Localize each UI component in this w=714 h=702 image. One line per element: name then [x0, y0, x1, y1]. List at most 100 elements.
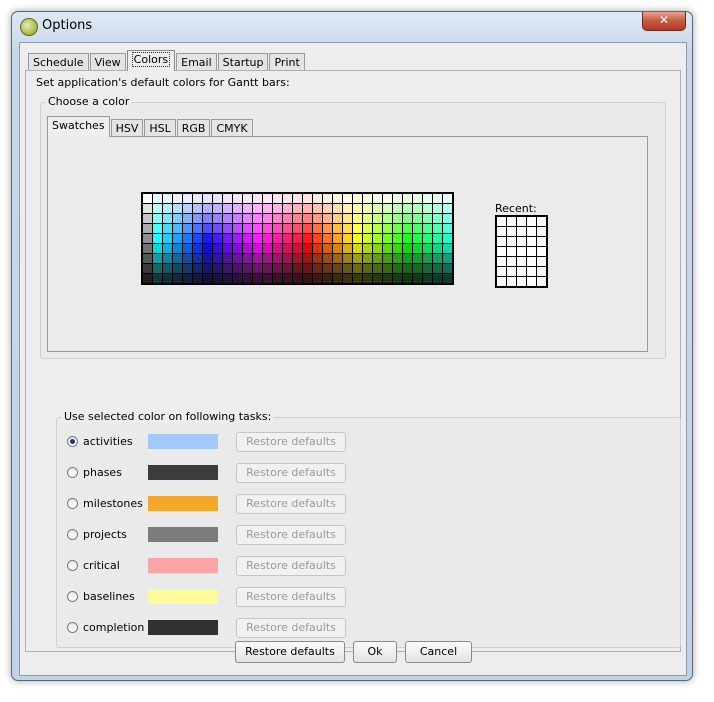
recent-swatch-cell[interactable] — [517, 257, 526, 266]
swatch-cell[interactable] — [293, 204, 302, 213]
swatch-cell[interactable] — [343, 194, 352, 203]
swatch-cell[interactable] — [423, 274, 432, 283]
recent-swatch-cell[interactable] — [517, 227, 526, 236]
tab-startup[interactable]: Startup — [217, 53, 269, 71]
swatch-cell[interactable] — [383, 214, 392, 223]
recent-swatch-cell[interactable] — [537, 247, 546, 256]
swatch-cell[interactable] — [433, 194, 442, 203]
swatch-cell[interactable] — [163, 254, 172, 263]
swatch-cell[interactable] — [173, 264, 182, 273]
swatch-cell[interactable] — [223, 204, 232, 213]
recent-swatch-cell[interactable] — [517, 267, 526, 276]
swatch-cell[interactable] — [153, 204, 162, 213]
swatch-cell[interactable] — [163, 194, 172, 203]
recent-swatch-cell[interactable] — [537, 227, 546, 236]
recent-swatch-cell[interactable] — [517, 217, 526, 226]
swatch-cell[interactable] — [163, 274, 172, 283]
swatch-cell[interactable] — [253, 204, 262, 213]
swatch-cell[interactable] — [153, 194, 162, 203]
swatch-cell[interactable] — [303, 214, 312, 223]
swatch-cell[interactable] — [333, 194, 342, 203]
swatch-cell[interactable] — [223, 244, 232, 253]
recent-swatch-cell[interactable] — [497, 277, 506, 286]
swatch-cell[interactable] — [163, 204, 172, 213]
swatch-cell[interactable] — [203, 224, 212, 233]
swatch-cell[interactable] — [263, 274, 272, 283]
swatch-cell[interactable] — [403, 204, 412, 213]
swatch-cell[interactable] — [203, 204, 212, 213]
swatch-cell[interactable] — [303, 194, 312, 203]
swatch-cell[interactable] — [253, 264, 262, 273]
swatch-cell[interactable] — [273, 194, 282, 203]
swatch-cell[interactable] — [443, 224, 452, 233]
swatch-cell[interactable] — [183, 194, 192, 203]
swatch-cell[interactable] — [343, 214, 352, 223]
swatch-cell[interactable] — [273, 204, 282, 213]
activities-radio[interactable] — [67, 436, 78, 447]
swatch-cell[interactable] — [233, 274, 242, 283]
swatch-cell[interactable] — [223, 264, 232, 273]
swatch-cell[interactable] — [363, 244, 372, 253]
swatch-cell[interactable] — [183, 224, 192, 233]
swatch-cell[interactable] — [303, 244, 312, 253]
swatch-cell[interactable] — [283, 274, 292, 283]
swatch-cell[interactable] — [143, 194, 152, 203]
swatch-cell[interactable] — [203, 254, 212, 263]
swatch-cell[interactable] — [343, 234, 352, 243]
swatch-cell[interactable] — [373, 224, 382, 233]
swatch-cell[interactable] — [313, 254, 322, 263]
swatch-cell[interactable] — [443, 244, 452, 253]
swatch-cell[interactable] — [443, 204, 452, 213]
swatch-cell[interactable] — [423, 224, 432, 233]
swatch-cell[interactable] — [153, 214, 162, 223]
swatch-cell[interactable] — [313, 194, 322, 203]
recent-swatch-cell[interactable] — [507, 217, 516, 226]
swatch-cell[interactable] — [383, 274, 392, 283]
swatch-cell[interactable] — [203, 264, 212, 273]
swatch-cell[interactable] — [143, 224, 152, 233]
milestones-radio[interactable] — [67, 498, 78, 509]
swatch-cell[interactable] — [393, 274, 402, 283]
swatch-cell[interactable] — [423, 244, 432, 253]
swatch-cell[interactable] — [323, 224, 332, 233]
subtab-rgb[interactable]: RGB — [176, 119, 211, 137]
swatch-cell[interactable] — [253, 214, 262, 223]
recent-swatch-cell[interactable] — [527, 237, 536, 246]
restore-phases-button[interactable]: Restore defaults — [236, 463, 346, 483]
swatch-cell[interactable] — [263, 204, 272, 213]
swatch-cell[interactable] — [393, 244, 402, 253]
swatch-cell[interactable] — [253, 234, 262, 243]
swatch-cell[interactable] — [283, 264, 292, 273]
swatch-cell[interactable] — [233, 244, 242, 253]
swatch-cell[interactable] — [433, 274, 442, 283]
swatch-cell[interactable] — [313, 214, 322, 223]
swatch-cell[interactable] — [443, 254, 452, 263]
swatch-cell[interactable] — [233, 204, 242, 213]
swatch-cell[interactable] — [203, 244, 212, 253]
swatch-cell[interactable] — [363, 214, 372, 223]
activities-color-swatch[interactable] — [148, 434, 218, 449]
swatch-cell[interactable] — [413, 244, 422, 253]
swatch-cell[interactable] — [353, 214, 362, 223]
swatch-cell[interactable] — [363, 274, 372, 283]
swatch-cell[interactable] — [163, 264, 172, 273]
swatch-cell[interactable] — [193, 254, 202, 263]
swatch-cell[interactable] — [403, 244, 412, 253]
swatch-cell[interactable] — [373, 274, 382, 283]
recent-swatch-cell[interactable] — [507, 257, 516, 266]
swatch-cell[interactable] — [283, 204, 292, 213]
swatch-cell[interactable] — [193, 274, 202, 283]
subtab-hsv[interactable]: HSV — [110, 119, 144, 137]
swatch-cell[interactable] — [163, 214, 172, 223]
swatch-cell[interactable] — [223, 274, 232, 283]
swatch-cell[interactable] — [213, 204, 222, 213]
swatch-cell[interactable] — [213, 194, 222, 203]
swatch-cell[interactable] — [283, 224, 292, 233]
swatch-cell[interactable] — [413, 224, 422, 233]
swatch-cell[interactable] — [183, 264, 192, 273]
swatch-cell[interactable] — [143, 274, 152, 283]
swatch-cell[interactable] — [283, 244, 292, 253]
swatch-cell[interactable] — [173, 244, 182, 253]
swatch-cell[interactable] — [443, 274, 452, 283]
swatch-cell[interactable] — [263, 254, 272, 263]
